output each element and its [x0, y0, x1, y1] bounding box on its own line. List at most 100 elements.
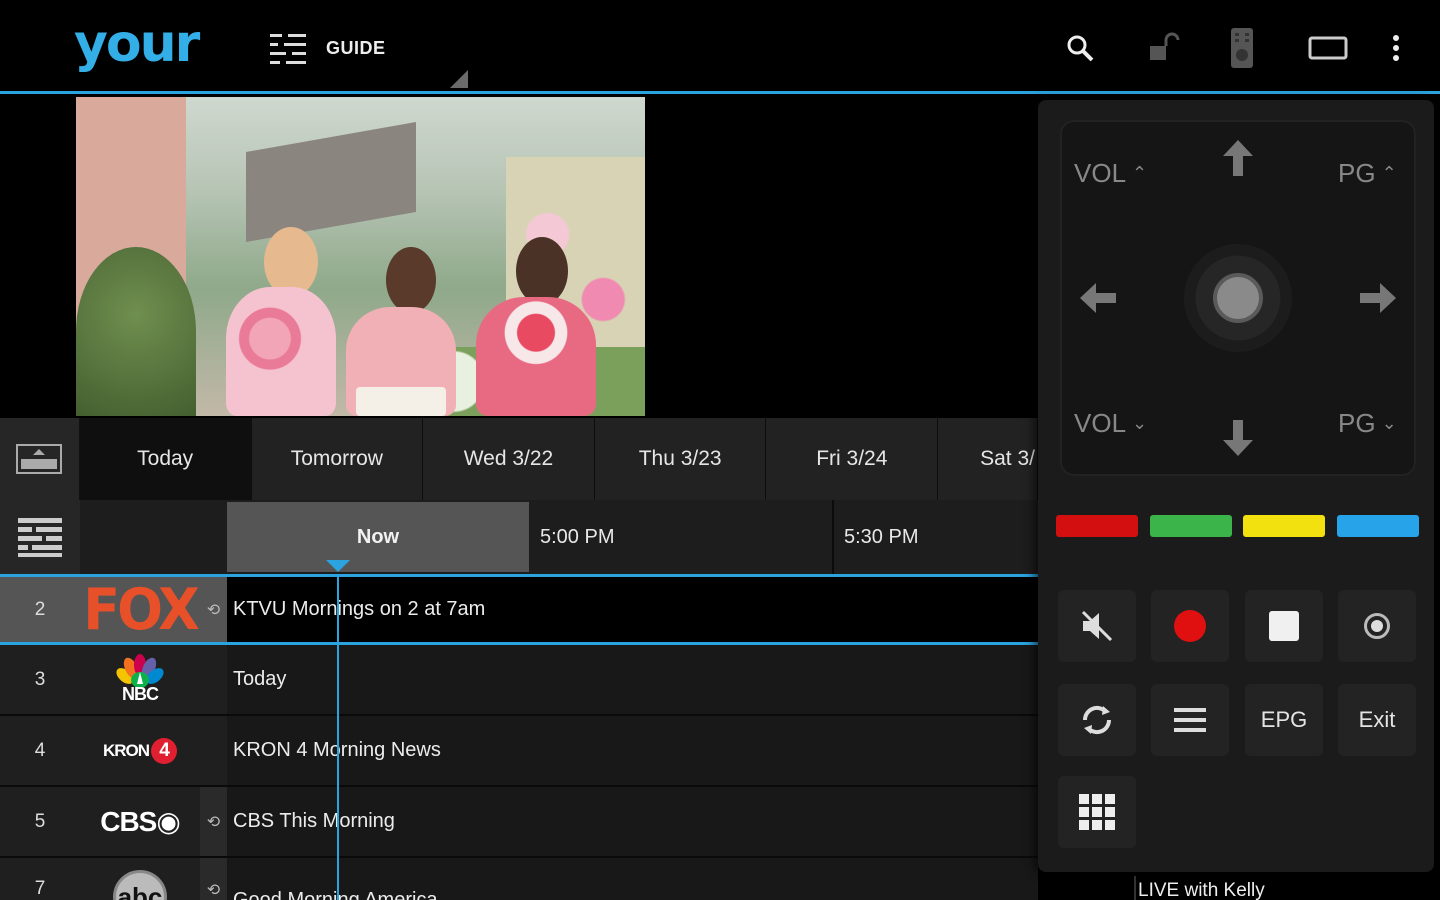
tab-thu[interactable]: Thu 3/23	[594, 418, 767, 500]
blue-button[interactable]	[1337, 515, 1419, 537]
chevron-down-icon: ⌄	[1132, 413, 1148, 433]
mute-button[interactable]	[1058, 590, 1136, 662]
chevron-up-icon: ⌃	[1381, 163, 1397, 183]
channel-row-kron[interactable]: 4 KRON 4 KRON 4 Morning News	[0, 716, 1038, 787]
next-program-title[interactable]: LIVE with Kelly	[1138, 880, 1265, 900]
nbc-logo: NBC	[113, 654, 167, 705]
channel-row-nbc[interactable]: 3 NBC Today	[0, 645, 1038, 716]
fox-logo: FOX	[83, 575, 200, 643]
stop-button[interactable]	[1245, 590, 1323, 662]
date-tabs: Today Tomorrow Wed 3/22 Thu 3/23 Fri 3/2…	[0, 418, 1039, 500]
preview-toggle-icon	[16, 444, 63, 474]
now-line	[337, 574, 339, 900]
program-title[interactable]: Good Morning America	[227, 858, 1038, 900]
tab-fri[interactable]: Fri 3/24	[766, 418, 939, 500]
record-indicator-icon: ⟲	[200, 858, 227, 900]
nbc-logo-text: NBC	[122, 684, 159, 704]
vol-down-button[interactable]: VOL ⌄	[1074, 408, 1147, 439]
chevron-up-icon: ⌃	[1132, 163, 1148, 183]
menu-button[interactable]	[1151, 684, 1229, 756]
record-slot	[200, 716, 227, 785]
vol-up-label: VOL	[1074, 158, 1127, 188]
refresh-icon	[1082, 705, 1112, 735]
ok-icon	[1213, 273, 1263, 323]
top-bar: your GUIDE	[0, 0, 1440, 94]
tab-sat[interactable]: Sat 3/	[938, 418, 1039, 500]
channel-number: 5	[0, 787, 80, 856]
record-slot	[200, 645, 227, 714]
epg-button[interactable]: EPG	[1245, 684, 1323, 756]
channel-row-cbs[interactable]: 5 CBS◉ ⟲ CBS This Morning	[0, 787, 1038, 858]
time-now[interactable]: Now	[227, 502, 529, 572]
abc-logo: abc	[113, 870, 167, 900]
stop-icon	[1269, 611, 1299, 641]
video-person-head	[386, 247, 436, 313]
now-marker-icon	[326, 560, 350, 572]
channel-logo-abc[interactable]: abc	[80, 858, 200, 900]
red-button[interactable]	[1056, 515, 1138, 537]
record-icon	[1174, 610, 1206, 642]
channel-logo-kron[interactable]: KRON 4	[80, 716, 200, 785]
video-bg-awning	[246, 122, 416, 242]
program-divider	[1134, 876, 1136, 900]
cbs-logo: CBS◉	[100, 805, 181, 838]
green-button[interactable]	[1150, 515, 1232, 537]
refresh-button[interactable]	[1058, 684, 1136, 756]
logo-text: your	[74, 14, 200, 74]
guide-list-icon	[270, 34, 306, 64]
nbc-peacock-icon	[116, 654, 164, 688]
video-person-head	[516, 237, 568, 305]
app-logo[interactable]: your	[74, 18, 200, 70]
time-divider	[832, 500, 834, 574]
channel-logo-cbs[interactable]: CBS◉	[80, 787, 200, 856]
live-button[interactable]	[1338, 590, 1416, 662]
menu-icon	[1174, 708, 1206, 732]
program-title[interactable]: KRON 4 Morning News	[227, 716, 1038, 785]
channel-logo-nbc[interactable]: NBC	[80, 645, 200, 714]
more-icon[interactable]	[1376, 26, 1416, 70]
guide-menu-button[interactable]: GUIDE	[268, 30, 386, 66]
yellow-button[interactable]	[1243, 515, 1325, 537]
time-slot-2[interactable]: 5:30 PM	[844, 500, 918, 574]
arrow-up-icon[interactable]	[1218, 138, 1258, 178]
program-title[interactable]: Today	[227, 645, 1038, 714]
program-title[interactable]: KTVU Mornings on 2 at 7am	[227, 577, 1038, 642]
mute-icon	[1081, 610, 1113, 642]
program-title[interactable]: CBS This Morning	[227, 787, 1038, 856]
screen-icon[interactable]	[1306, 26, 1350, 70]
tab-tomorrow[interactable]: Tomorrow	[251, 418, 424, 500]
program-title-text: KTVU Mornings on 2 at 7am	[233, 598, 486, 620]
channel-logo-fox[interactable]: FOX	[80, 577, 200, 642]
toggle-preview-button[interactable]	[0, 418, 80, 500]
vol-up-button[interactable]: VOL ⌃	[1074, 158, 1147, 189]
video-bg-tree	[76, 247, 196, 416]
keypad-button[interactable]	[1058, 776, 1136, 848]
keypad-icon	[1079, 794, 1115, 830]
pg-down-button[interactable]: PG ⌄	[1338, 408, 1397, 439]
record-button[interactable]	[1151, 590, 1229, 662]
record-indicator-icon: ⟲	[200, 787, 227, 856]
live-icon	[1364, 613, 1390, 639]
channel-row-fox[interactable]: 2 FOX ⟲ KTVU Mornings on 2 at 7am	[0, 574, 1038, 645]
record-indicator-icon: ⟲	[200, 577, 227, 642]
ok-button[interactable]	[1184, 244, 1292, 352]
cbs-eye-icon: ◉	[156, 806, 180, 837]
grid-view-button[interactable]	[0, 500, 80, 574]
search-icon[interactable]	[1060, 26, 1100, 70]
arrow-left-icon[interactable]	[1078, 278, 1118, 318]
video-preview[interactable]	[76, 97, 645, 416]
channel-row-abc[interactable]: 7 abc ⟲ Good Morning America	[0, 858, 1038, 900]
video-person-skirt	[356, 387, 446, 416]
arrow-down-icon[interactable]	[1218, 418, 1258, 458]
tab-today[interactable]: Today	[79, 418, 252, 500]
kron-logo-text: KRON	[102, 740, 150, 760]
dropdown-corner-icon	[450, 70, 468, 88]
lock-icon[interactable]	[1143, 26, 1183, 70]
tab-wed[interactable]: Wed 3/22	[423, 418, 595, 500]
remote-icon[interactable]	[1222, 26, 1262, 70]
arrow-right-icon[interactable]	[1358, 278, 1398, 318]
time-slot-1[interactable]: 5:00 PM	[540, 500, 614, 574]
pg-up-button[interactable]: PG ⌃	[1338, 158, 1397, 189]
dpad: VOL ⌃ PG ⌃ VOL ⌄ PG ⌄	[1060, 120, 1416, 476]
exit-button[interactable]: Exit	[1338, 684, 1416, 756]
